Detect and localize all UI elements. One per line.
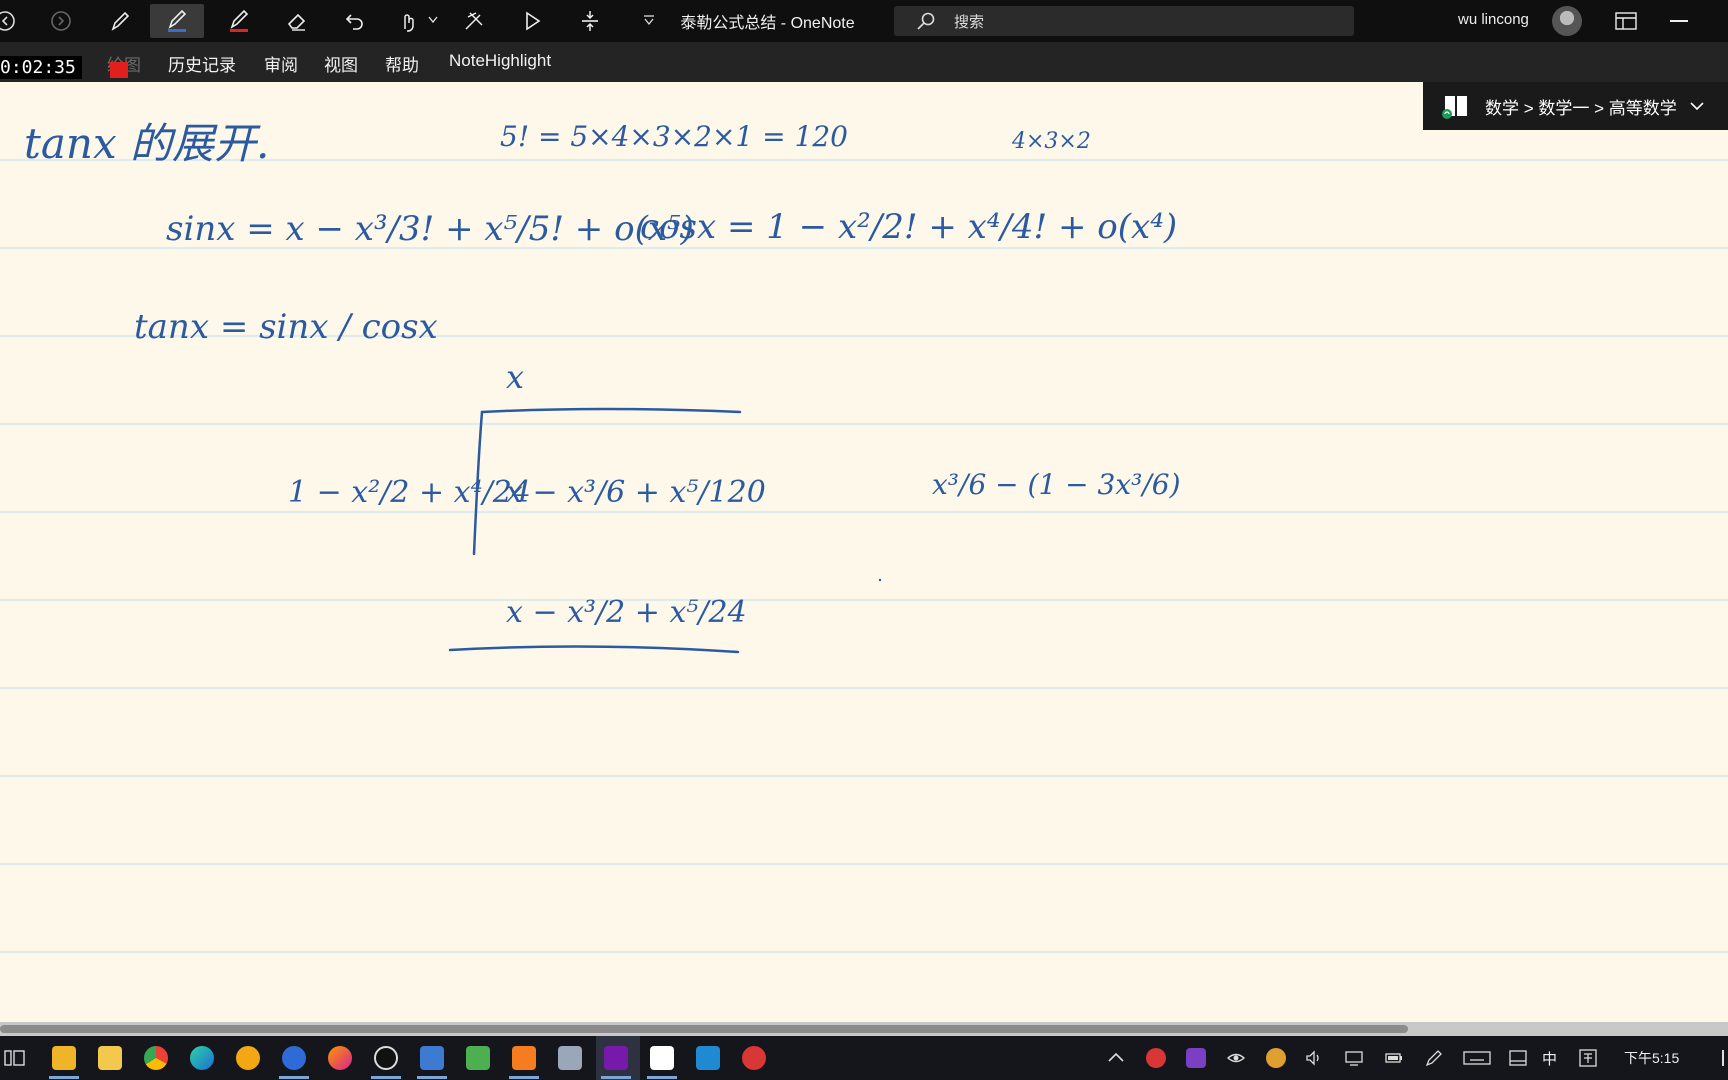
onenote-icon[interactable]: [604, 1046, 628, 1070]
windows-taskbar: 中 下午5:15: [0, 1036, 1728, 1080]
ime-mode-icon[interactable]: [1578, 1048, 1598, 1068]
ink-factorial: 5! = 5×4×3×2×1 = 120: [500, 120, 848, 153]
edge-icon[interactable]: [190, 1046, 214, 1070]
netease-music-icon[interactable]: [742, 1046, 766, 1070]
ink-sin-expansion: sinx = x − x³/3! + x⁵/5! + o(x⁵): [166, 209, 694, 249]
mail-icon[interactable]: [282, 1046, 306, 1070]
running-indicator: [601, 1076, 631, 1079]
forward-icon[interactable]: [34, 4, 88, 38]
breadcrumb-path[interactable]: 数学 > 数学一 > 高等数学: [1485, 94, 1677, 119]
chrome-icon[interactable]: [144, 1046, 168, 1070]
blue-pen-icon[interactable]: [150, 4, 204, 38]
taskbar-clock[interactable]: 下午5:15: [1624, 1048, 1679, 1068]
ribbon-display-icon[interactable]: [1614, 10, 1638, 32]
pen-tray-icon[interactable]: [1424, 1048, 1444, 1068]
keyboard-icon[interactable]: [1462, 1048, 1492, 1068]
pen-icon[interactable]: [93, 4, 147, 38]
ink-subtrahend: x − x³/2 + x⁵/24: [506, 595, 747, 630]
input-method-indicator[interactable]: 中: [1542, 1048, 1557, 1069]
search-icon: [917, 12, 935, 30]
notebook-icon: [1442, 96, 1467, 119]
document-app-icon[interactable]: [466, 1046, 490, 1070]
running-indicator: [647, 1076, 677, 1079]
note-page[interactable]: tanx 的展开. 5! = 5×4×3×2×1 = 120 4×3×2 sin…: [0, 82, 1728, 1022]
qq-icon[interactable]: [374, 1046, 398, 1070]
tab-view[interactable]: 视图: [324, 51, 358, 76]
show-desktop-button[interactable]: [1722, 1050, 1724, 1066]
ink-tan-definition: tanx = sinx / cosx: [134, 307, 438, 347]
eraser-icon[interactable]: [270, 4, 324, 38]
touch-draw-icon[interactable]: [380, 4, 434, 38]
tablet-mode-icon[interactable]: [1508, 1048, 1528, 1068]
ink-title: tanx 的展开.: [24, 119, 269, 168]
lasso-select-icon[interactable]: [447, 4, 501, 38]
undo-icon[interactable]: [328, 4, 382, 38]
virtualbox-icon[interactable]: [420, 1046, 444, 1070]
task-view-icon[interactable]: [4, 1048, 26, 1068]
ink-dividend: x − x³/6 + x⁵/120: [506, 475, 766, 510]
notes-app-icon[interactable]: [98, 1046, 122, 1070]
chevron-up-icon[interactable]: [1106, 1048, 1126, 1068]
chevron-down-icon[interactable]: [428, 16, 438, 24]
network-icon[interactable]: [1344, 1048, 1364, 1068]
office-app-icon[interactable]: [512, 1046, 536, 1070]
running-indicator: [509, 1076, 539, 1079]
chevron-down-icon[interactable]: [1689, 98, 1705, 114]
red-pen-icon[interactable]: [212, 4, 266, 38]
onenote-title-bar: 泰勒公式总结 - OneNote 搜索 wu lincong: [0, 0, 1728, 42]
file-explorer-icon[interactable]: [52, 1046, 76, 1070]
ink-divisor: 1 − x²/2 + x⁴/24: [288, 475, 531, 510]
user-name[interactable]: wu lincong: [1458, 11, 1529, 28]
firefox-icon[interactable]: [328, 1046, 352, 1070]
ink-product: 4×3×2: [1011, 129, 1091, 154]
ink-side-note: x³/6 − (1 − 3x³/6): [932, 468, 1181, 501]
search-placeholder: 搜索: [954, 13, 985, 31]
battery-icon[interactable]: [1384, 1048, 1404, 1068]
ink-dot: [878, 578, 882, 582]
volume-icon[interactable]: [1304, 1048, 1324, 1068]
ink-cos-expansion: cosx = 1 − x²/2! + x⁴/4! + o(x⁴): [640, 207, 1177, 247]
eye-icon[interactable]: [1226, 1048, 1246, 1068]
ribbon-tab-bar: 开始 插入 绘图 历史记录 审阅 视图 帮助 NoteHighlight: [0, 42, 1728, 82]
running-indicator: [417, 1076, 447, 1079]
notion-icon[interactable]: [650, 1046, 674, 1070]
running-indicator: [371, 1076, 401, 1079]
tab-help[interactable]: 帮助: [385, 51, 419, 76]
insert-space-icon[interactable]: [563, 4, 617, 38]
tray-app-icon[interactable]: [1186, 1048, 1206, 1068]
running-indicator: [49, 1076, 79, 1079]
avatar[interactable]: [1552, 6, 1582, 36]
document-title: 泰勒公式总结 - OneNote: [680, 15, 855, 32]
replay-play-icon[interactable]: [505, 4, 559, 38]
recording-timer: 0:02:35: [0, 56, 82, 79]
notebook-breadcrumb[interactable]: 数学 > 数学一 > 高等数学: [1423, 82, 1728, 130]
page-rule-lines: [0, 159, 1728, 953]
tab-history[interactable]: 历史记录: [168, 51, 236, 76]
utility-app-icon[interactable]: [558, 1046, 582, 1070]
ink-quotient: x: [506, 358, 524, 396]
search-box[interactable]: 搜索: [894, 6, 1354, 36]
tab-review[interactable]: 审阅: [264, 51, 298, 76]
back-icon[interactable]: [0, 4, 32, 38]
scrollbar-thumb[interactable]: [0, 1025, 1408, 1033]
netease-tray-icon[interactable]: [1146, 1048, 1166, 1068]
minimize-button[interactable]: [1670, 20, 1688, 22]
qq-tray-icon[interactable]: [1266, 1048, 1286, 1068]
app-icon[interactable]: [236, 1046, 260, 1070]
tab-notehighlight[interactable]: NoteHighlight: [449, 51, 551, 71]
vscode-icon[interactable]: [696, 1046, 720, 1070]
stop-recording-icon[interactable]: [110, 62, 128, 78]
running-indicator: [279, 1076, 309, 1079]
ink-canvas[interactable]: tanx 的展开. 5! = 5×4×3×2×1 = 120 4×3×2 sin…: [0, 82, 1728, 1022]
